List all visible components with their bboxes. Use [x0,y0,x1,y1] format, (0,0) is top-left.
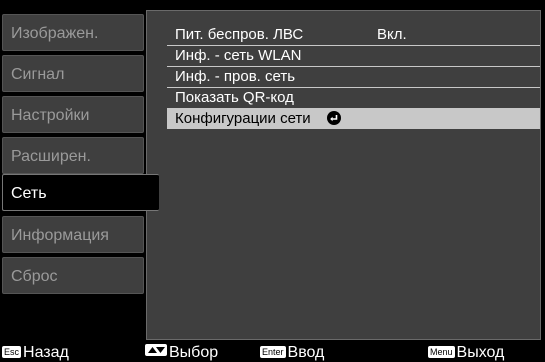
sidebar-item-label: Информация [11,227,109,244]
menu-item-label: Инф. - пров. сеть [175,68,296,85]
sidebar-item-signal[interactable]: Сигнал [2,55,144,92]
back-hint-label: Назад [23,344,69,361]
menu-item-label: Конфигурации сети [175,110,311,127]
exit-hint-label: Выход [456,344,505,361]
sidebar-item-label: Сигнал [11,66,65,83]
key-guide-bar: Esc Назад Выбор Enter Ввод Menu Выход [0,344,545,362]
menu-item-label: Инф. - сеть WLAN [175,47,302,64]
enter-hint[interactable]: Enter Ввод [260,344,324,362]
sidebar-item-extended[interactable]: Расширен. [2,137,144,174]
up-down-arrows-icon [145,344,167,356]
back-hint[interactable]: Esc Назад [2,344,69,362]
esc-key-badge: Esc [2,346,22,358]
menu-item-network-configuration[interactable]: Конфигурации сети [167,109,540,129]
menu-item-wlan-info[interactable]: Инф. - сеть WLAN [167,46,540,67]
menu-item-label: Показать QR-код [175,89,294,106]
select-hint-label: Выбор [169,344,219,361]
network-menu-panel: Пит. беспров. ЛВС Вкл. Инф. - сеть WLAN … [146,10,541,340]
enter-key-badge: Enter [260,346,286,358]
sidebar-item-label: Настройки [11,107,90,124]
menu-item-wireless-lan-power[interactable]: Пит. беспров. ЛВС Вкл. [167,25,540,46]
menu-item-value: Вкл. [377,26,407,43]
exit-hint[interactable]: Menu Выход [428,344,504,362]
sidebar-item-label: Сброс [11,268,58,285]
sidebar-item-network[interactable]: Сеть [2,174,159,211]
sidebar-item-label: Изображен. [11,25,99,42]
menu-item-wired-info[interactable]: Инф. - пров. сеть [167,67,540,88]
menu-key-badge: Menu [428,346,455,358]
sidebar-item-info[interactable]: Информация [2,216,144,253]
sidebar-item-image[interactable]: Изображен. [2,14,144,51]
sidebar-item-reset[interactable]: Сброс [2,257,144,294]
menu-item-show-qr-code[interactable]: Показать QR-код [167,88,540,109]
enter-icon [326,111,341,125]
select-hint[interactable]: Выбор [145,344,218,362]
sidebar-item-label: Сеть [11,185,47,202]
sidebar-item-settings[interactable]: Настройки [2,96,144,133]
menu-item-label: Пит. беспров. ЛВС [175,26,304,43]
enter-hint-label: Ввод [287,344,325,361]
sidebar-item-label: Расширен. [11,148,91,165]
